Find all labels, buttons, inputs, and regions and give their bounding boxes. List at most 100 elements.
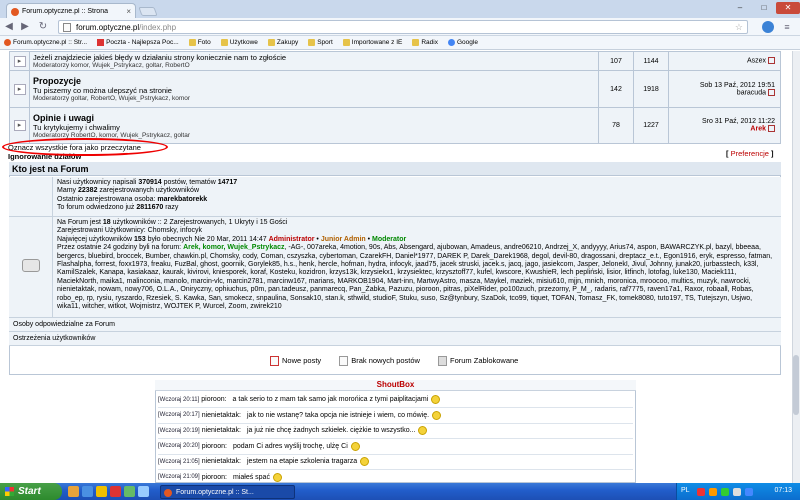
browser-tab[interactable]: Forum.optyczne.pl :: Strona × xyxy=(6,3,136,19)
tray-icon[interactable] xyxy=(733,488,741,496)
tray-icon[interactable] xyxy=(709,488,717,496)
taskbar-browser-button[interactable]: Forum.optyczne.pl :: St... xyxy=(160,485,295,499)
bookmark-item[interactable]: Zakupy xyxy=(267,39,298,46)
bookmark-item[interactable]: Sport xyxy=(308,39,333,46)
stats-icon-cell xyxy=(9,177,53,216)
forum-favicon-icon xyxy=(11,7,19,16)
shout-user[interactable]: pioroon: xyxy=(201,396,226,403)
mail-favicon-icon xyxy=(97,39,105,46)
tab-close-icon[interactable]: × xyxy=(126,7,131,16)
staff-users[interactable]: Arek, komor, Wujek_Pstrykacz xyxy=(183,244,284,251)
tray-icon[interactable] xyxy=(697,488,705,496)
shoutbox-message: [Wczoraj 20:17] nienietaktak: jak to nie w… xyxy=(158,408,633,424)
start-button[interactable]: Start xyxy=(0,483,62,500)
new-tab-button[interactable] xyxy=(138,7,158,16)
scrollbar-thumb[interactable] xyxy=(793,355,799,415)
extension-icon[interactable] xyxy=(762,21,774,33)
forum-topics-count: 107 xyxy=(598,51,634,71)
forum-topics-count: 78 xyxy=(598,107,634,144)
goto-post-icon[interactable] xyxy=(768,88,775,96)
forum-last-post: Aszex xyxy=(668,51,781,71)
forum-posts-count: 1227 xyxy=(633,107,669,144)
forum-posts-count: 1144 xyxy=(633,51,669,71)
tray-icon[interactable] xyxy=(721,488,729,496)
forum-description: Tu piszemy co można ulepszyć na stronie xyxy=(33,86,172,95)
preferences-link[interactable]: [ Preferencje ] xyxy=(726,149,774,158)
last-post-user[interactable]: baracuda xyxy=(737,89,766,96)
shout-user[interactable]: pioroon: xyxy=(202,474,227,481)
tray-icon[interactable] xyxy=(745,488,753,496)
forum-moderators: Moderatorzy RobertO, komor, Wujek_Pstryk… xyxy=(33,131,191,139)
smiley-icon xyxy=(431,395,441,404)
bookmark-item[interactable]: Google xyxy=(447,39,478,46)
no-new-posts-icon xyxy=(339,356,349,367)
shout-text: jak to nie wstanę? taka opcja nie istnie… xyxy=(247,411,430,419)
goto-post-icon[interactable] xyxy=(768,125,775,133)
shoutbox-message: [Wczoraj 20:11] pioroon: a tak serio to z … xyxy=(158,392,633,408)
shout-user[interactable]: nienietaktak: xyxy=(202,458,241,465)
forum-description: Jeżeli znajdziecie jakieś błędy w działa… xyxy=(33,53,287,62)
folder-icon xyxy=(308,39,316,46)
bookmark-item[interactable]: Foto xyxy=(188,39,211,46)
last-post-user[interactable]: Aszex xyxy=(747,58,766,65)
who-is-online-title: Kto jest na Forum xyxy=(9,162,781,176)
folder-icon xyxy=(188,39,196,46)
legend-no-new: Brak nowych postów xyxy=(339,356,420,367)
locked-forum-icon xyxy=(437,356,447,367)
bookmark-label: Radix xyxy=(421,39,438,46)
page-icon xyxy=(63,22,71,32)
preferences-label[interactable]: Preferencje xyxy=(731,149,769,158)
bookmark-label: Importowane z IE xyxy=(351,39,403,46)
address-bar[interactable]: forum.optyczne.pl /index.php ☆ xyxy=(58,20,748,34)
forum-favicon-icon xyxy=(4,39,11,46)
new-posts-icon xyxy=(270,356,279,367)
shout-time: [Wczoraj 20:17] xyxy=(158,412,200,418)
page-scrollbar[interactable] xyxy=(792,51,800,483)
reload-icon[interactable]: ↻ xyxy=(36,20,50,34)
forum-name-link[interactable]: Opinie i uwagi xyxy=(33,113,595,123)
close-window-button[interactable]: ✕ xyxy=(776,2,800,14)
shout-user[interactable]: nienietaktak: xyxy=(202,412,241,419)
forum-last-post: Sob 13 Paź, 2012 19:51 baracuda xyxy=(668,70,781,108)
shout-time: [Wczoraj 21:09] xyxy=(158,474,200,480)
forum-info-cell: Jeżeli znajdziecie jakieś błędy w działa… xyxy=(29,51,599,71)
maximize-button[interactable]: □ xyxy=(752,2,776,14)
quicklaunch-icon[interactable] xyxy=(96,486,107,497)
google-icon xyxy=(447,39,455,46)
last-post-date: Sob 13 Paź, 2012 19:51 xyxy=(699,81,775,89)
warnings-link[interactable]: Ostrzeżenia użytkowników xyxy=(13,335,777,343)
warnings-row: Ostrzeżenia użytkowników xyxy=(9,332,781,346)
bookmarks-bar: Forum.optyczne.pl :: Str... Poczta - Najl… xyxy=(0,36,800,50)
bookmark-label: Foto xyxy=(197,39,211,46)
quicklaunch-icon[interactable] xyxy=(68,486,79,497)
shoutbox-title: ShoutBox xyxy=(155,380,636,391)
shout-user[interactable]: pioroon: xyxy=(202,443,227,450)
wrench-menu-icon[interactable]: ≡ xyxy=(780,20,794,34)
online-users-row: Na Forum jest 18 użytkowników :: 2 Zarej… xyxy=(9,217,781,318)
bookmark-item[interactable]: Poczta - Najlepsza Poc... xyxy=(97,39,179,46)
bookmark-item[interactable]: Forum.optyczne.pl :: Str... xyxy=(4,39,87,46)
bookmark-item[interactable]: Importowane z IE xyxy=(342,39,403,46)
quicklaunch-icon[interactable] xyxy=(110,486,121,497)
quicklaunch-icon[interactable] xyxy=(124,486,135,497)
back-arrow-icon[interactable]: ◀ xyxy=(2,20,16,34)
forum-name-link[interactable]: Propozycje xyxy=(33,76,595,86)
forum-description: Tu krytykujemy i chwalimy xyxy=(33,122,120,132)
forward-arrow-icon[interactable]: ▶ xyxy=(18,20,32,34)
forum-status-cell: ▸ xyxy=(9,51,30,71)
responsible-link[interactable]: Osoby odpowiedzialne za Forum xyxy=(13,321,777,329)
bookmark-item[interactable]: Użytkowe xyxy=(220,39,258,46)
language-indicator[interactable]: PL xyxy=(681,487,690,494)
url-host: forum.optyczne.pl xyxy=(76,22,140,32)
newest-user-link[interactable]: marekbatorekk xyxy=(157,196,207,203)
minimize-button[interactable]: – xyxy=(728,2,752,14)
bookmark-item[interactable]: Radix xyxy=(412,39,438,46)
bookmark-label: Sport xyxy=(317,39,333,46)
quicklaunch-icon[interactable] xyxy=(138,486,149,497)
folder-icon xyxy=(267,39,275,46)
quicklaunch-icon[interactable] xyxy=(82,486,93,497)
bookmark-star-icon[interactable]: ☆ xyxy=(735,22,743,33)
last-post-user[interactable]: Arek xyxy=(750,126,766,133)
goto-post-icon[interactable] xyxy=(768,57,775,65)
shout-user[interactable]: nienietaktak: xyxy=(202,427,241,434)
